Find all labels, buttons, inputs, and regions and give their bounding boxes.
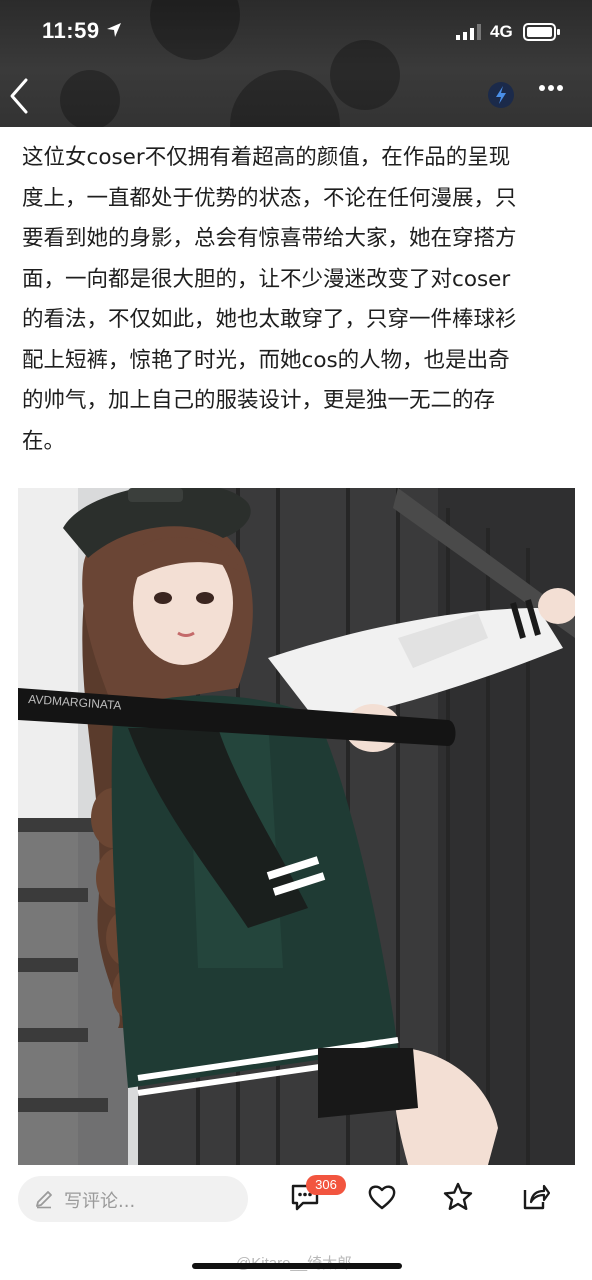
article-line: 度上，一直都处于优势的状态，不论在任何漫展，只 bbox=[22, 185, 517, 211]
star-icon[interactable] bbox=[443, 1182, 473, 1212]
location-arrow-icon bbox=[107, 23, 121, 37]
article-line: 要看到她的身影，总会有惊喜带给大家，她在穿搭方 bbox=[22, 226, 517, 251]
article-body: 这位女coser不仅拥有着超高的颜值，在作品的呈现 度上，一直都处于优势的状态，… bbox=[22, 138, 574, 462]
top-bar: 11:59 4G bbox=[0, 0, 592, 127]
bottom-action-bar: 写评论... 306 bbox=[0, 1166, 592, 1238]
background-shape bbox=[60, 70, 120, 127]
share-icon[interactable] bbox=[520, 1182, 550, 1212]
article-line: 面，一向都是很大胆的，让不少漫迷改变了对coser bbox=[22, 266, 511, 292]
background-shape bbox=[150, 0, 240, 60]
article-line: 的帅气，加上自己的服装设计，更是独一无二的存 bbox=[22, 388, 496, 413]
chevron-left-icon[interactable] bbox=[6, 76, 34, 116]
comment-count-badge: 306 bbox=[306, 1175, 346, 1195]
article-photo[interactable]: AVDMARGINATA bbox=[18, 488, 575, 1165]
status-time: 11:59 bbox=[42, 18, 100, 43]
comment-input[interactable]: 写评论... bbox=[18, 1176, 248, 1222]
pencil-icon bbox=[36, 1191, 52, 1209]
article-line: 在。 bbox=[22, 428, 66, 454]
background-shape bbox=[230, 70, 340, 127]
signal-icon bbox=[456, 24, 481, 40]
article-line: 的看法，不仅如此，她也太敢穿了，只穿一件棒球衫 bbox=[22, 307, 517, 332]
ellipsis-icon[interactable] bbox=[538, 84, 564, 92]
background-shape bbox=[330, 40, 400, 110]
heart-icon[interactable] bbox=[367, 1182, 397, 1212]
article-line: 配上短裤，惊艳了时光，而她cos的人物，也是出奇 bbox=[22, 347, 510, 373]
network-label: 4G bbox=[490, 22, 513, 41]
home-indicator[interactable] bbox=[192, 1263, 402, 1269]
battery-icon bbox=[523, 23, 560, 41]
comment-placeholder: 写评论... bbox=[64, 1191, 136, 1212]
app-logo-icon[interactable] bbox=[486, 80, 516, 110]
article-line: 这位女coser不仅拥有着超高的颜值，在作品的呈现 bbox=[22, 145, 511, 170]
article-paragraph: 这位女coser不仅拥有着超高的颜值，在作品的呈现 度上，一直都处于优势的状态，… bbox=[22, 138, 574, 462]
cosplay-photo-illustration: AVDMARGINATA bbox=[18, 488, 575, 1165]
